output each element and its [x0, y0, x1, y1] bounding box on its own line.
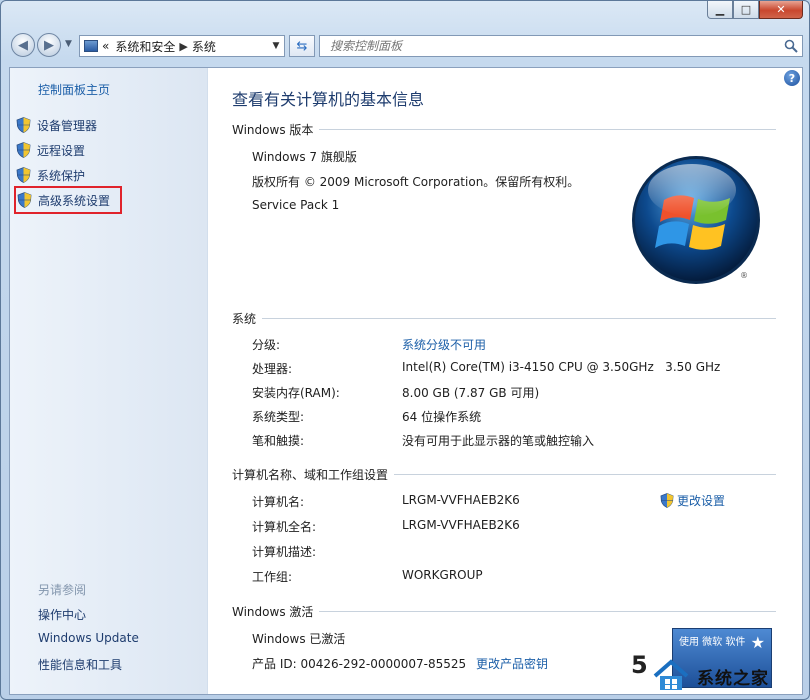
search-box[interactable]: [319, 35, 803, 57]
forward-arrow-icon: ▶: [44, 37, 54, 53]
edition-section-heading: Windows 版本: [232, 121, 776, 138]
workgroup-label: 工作组:: [252, 570, 293, 584]
computer-name-value: LRGM-VVFHAEB2K6: [402, 493, 520, 507]
pen-touch-label: 笔和触摸:: [252, 434, 305, 448]
sidebar-item-remote-settings[interactable]: 远程设置: [16, 139, 85, 161]
section-divider: [319, 129, 776, 130]
activation-heading-text: Windows 激活: [232, 605, 314, 619]
service-pack: Service Pack 1: [252, 198, 340, 212]
ram-label: 安装内存(RAM):: [252, 386, 340, 400]
edition-heading-text: Windows 版本: [232, 123, 314, 137]
uac-shield-icon: [660, 493, 674, 508]
section-divider: [394, 474, 776, 475]
sidebar-link-performance-info[interactable]: 性能信息和工具: [38, 656, 122, 673]
activation-status: Windows 已激活: [252, 632, 346, 646]
sidebar-item-label: 高级系统设置: [38, 193, 111, 208]
processor-value: Intel(R) Core(TM) i3-4150 CPU @ 3.50GHz …: [402, 360, 721, 374]
breadcrumb-item-security[interactable]: 系统和安全: [115, 38, 175, 55]
see-also-title: 另请参阅: [38, 583, 87, 597]
forward-button[interactable]: ▶: [37, 33, 61, 57]
computer-name-section-heading: 计算机名称、域和工作组设置: [232, 466, 776, 483]
pen-touch-value: 没有可用于此显示器的笔或触控输入: [402, 434, 595, 448]
caption-buttons: ▁ □ ✕: [707, 1, 803, 19]
full-computer-name-value: LRGM-VVFHAEB2K6: [402, 518, 520, 532]
back-button[interactable]: ◀: [11, 33, 35, 57]
activation-section-heading: Windows 激活: [232, 603, 776, 620]
page-title: 查看有关计算机的基本信息: [232, 90, 425, 109]
system-heading-text: 系统: [232, 312, 257, 326]
watermark: 系统之家: [651, 651, 809, 699]
computer-description-label: 计算机描述:: [252, 545, 317, 559]
recent-pages-dropdown[interactable]: ▼: [65, 39, 72, 49]
section-divider: [319, 611, 776, 612]
workgroup-value: WORKGROUP: [402, 568, 483, 582]
house-logo-icon: [653, 659, 689, 690]
change-product-key-link[interactable]: 更改产品密钥: [476, 655, 548, 672]
change-settings-link[interactable]: 更改设置: [660, 492, 725, 509]
close-button[interactable]: ✕: [759, 1, 803, 19]
uac-shield-icon: [17, 192, 32, 208]
sidebar-item-advanced-system-settings[interactable]: 高级系统设置: [14, 186, 122, 214]
uac-shield-icon: [16, 117, 31, 133]
minimize-button[interactable]: ▁: [707, 1, 733, 19]
sidebar: 控制面板主页 设备管理器 远程设置 系统保护 高级系统设置 另请参阅 操作中心 …: [10, 68, 208, 694]
back-arrow-icon: ◀: [18, 37, 28, 53]
control-panel-icon: [84, 40, 98, 52]
refresh-icon: ⇆: [296, 38, 308, 54]
computer-heading-text: 计算机名称、域和工作组设置: [232, 468, 389, 482]
svg-text:®: ®: [740, 271, 748, 280]
minimize-icon: ▁: [715, 3, 725, 16]
sidebar-item-device-manager[interactable]: 设备管理器: [16, 114, 97, 136]
sidebar-home-link[interactable]: 控制面板主页: [38, 81, 110, 98]
system-section-heading: 系统: [232, 310, 776, 327]
search-icon[interactable]: [784, 39, 798, 56]
breadcrumb-overflow[interactable]: «: [102, 39, 109, 53]
navigation-bar: ◀ ▶ ▼ « 系统和安全 ▶ 系统 ▼ ⇆: [9, 31, 803, 61]
product-id: 产品 ID: 00426-292-0000007-85525: [252, 657, 467, 671]
control-panel-window: ▁ □ ✕ ◀ ▶ ▼ « 系统和安全 ▶ 系统 ▼ ⇆ 控制面板主页: [0, 0, 810, 700]
address-dropdown-icon[interactable]: ▼: [268, 36, 284, 56]
change-settings-text: 更改设置: [677, 494, 726, 508]
maximize-icon: □: [740, 3, 752, 16]
ram-value: 8.00 GB (7.87 GB 可用): [402, 386, 540, 400]
watermark-text: 系统之家: [697, 668, 769, 689]
computer-name-label: 计算机名:: [252, 495, 305, 509]
uac-shield-icon: [16, 167, 31, 183]
uac-shield-icon: [16, 142, 31, 158]
address-bar[interactable]: « 系统和安全 ▶ 系统 ▼: [79, 35, 285, 57]
content-area: 控制面板主页 设备管理器 远程设置 系统保护 高级系统设置 另请参阅 操作中心 …: [9, 67, 803, 695]
system-type-label: 系统类型:: [252, 410, 305, 424]
help-icon[interactable]: ?: [784, 70, 800, 86]
breadcrumb-item-system[interactable]: 系统: [192, 38, 216, 55]
processor-label: 处理器:: [252, 362, 293, 376]
breadcrumb-separator-icon[interactable]: ▶: [179, 40, 187, 53]
section-divider: [262, 318, 776, 319]
star-icon: ★: [750, 633, 765, 652]
sidebar-item-system-protection[interactable]: 系统保护: [16, 164, 85, 186]
windows-edition-name: Windows 7 旗舰版: [252, 150, 357, 164]
sidebar-item-label: 系统保护: [37, 168, 86, 183]
sidebar-link-windows-update[interactable]: Windows Update: [38, 631, 139, 645]
sidebar-item-label: 远程设置: [37, 143, 86, 158]
full-computer-name-label: 计算机全名:: [252, 520, 317, 534]
maximize-button[interactable]: □: [733, 1, 759, 19]
rating-label: 分级:: [252, 338, 281, 352]
search-input[interactable]: [328, 38, 772, 54]
close-icon: ✕: [776, 3, 786, 16]
sidebar-link-action-center[interactable]: 操作中心: [38, 606, 86, 623]
refresh-button[interactable]: ⇆: [289, 35, 315, 57]
watermark-digit: 5: [631, 651, 648, 679]
rating-value-link[interactable]: 系统分级不可用: [402, 336, 486, 353]
system-type-value: 64 位操作系统: [402, 410, 482, 424]
windows-logo-icon: ®: [632, 156, 760, 284]
copyright-text: 版权所有 © 2009 Microsoft Corporation。保留所有权利…: [252, 175, 580, 189]
genuine-badge-text: 使用 微软 软件: [679, 637, 746, 648]
sidebar-item-label: 设备管理器: [37, 118, 98, 133]
